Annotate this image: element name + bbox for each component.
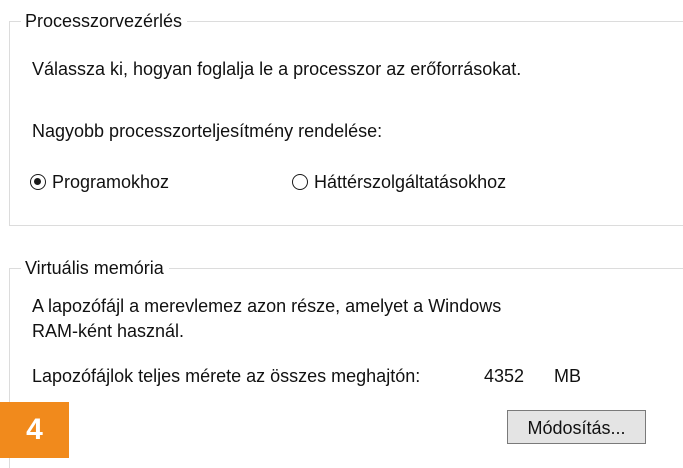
radio-programs-label[interactable]: Programokhoz [52, 170, 169, 194]
radio-background-services[interactable]: Háttérszolgáltatásokhoz [292, 170, 506, 194]
adjust-performance-label: Nagyobb processzorteljesítmény rendelése… [32, 121, 383, 141]
paging-file-total-value: 4352 [484, 366, 525, 386]
radio-background-services-button[interactable] [292, 174, 308, 190]
paging-file-total-unit: MB [554, 366, 581, 386]
virtual-memory-description-line2: RAM-ként használ. [32, 321, 185, 341]
step-number-badge: 4 [0, 402, 69, 458]
radio-programs-button[interactable] [30, 174, 46, 190]
radio-programs[interactable]: Programokhoz [30, 170, 169, 194]
processor-scheduling-description: Válassza ki, hogyan foglalja le a proces… [32, 59, 522, 79]
processor-scheduling-title: Processzorvezérlés [21, 10, 188, 32]
change-button[interactable]: Módosítás... [507, 410, 646, 444]
paging-file-total-label: Lapozófájlok teljes mérete az összes meg… [32, 366, 421, 386]
virtual-memory-description-line1: A lapozófájl a merevlemez azon része, am… [32, 296, 502, 316]
virtual-memory-title: Virtuális memória [21, 257, 169, 279]
radio-background-services-label[interactable]: Háttérszolgáltatásokhoz [314, 170, 506, 194]
